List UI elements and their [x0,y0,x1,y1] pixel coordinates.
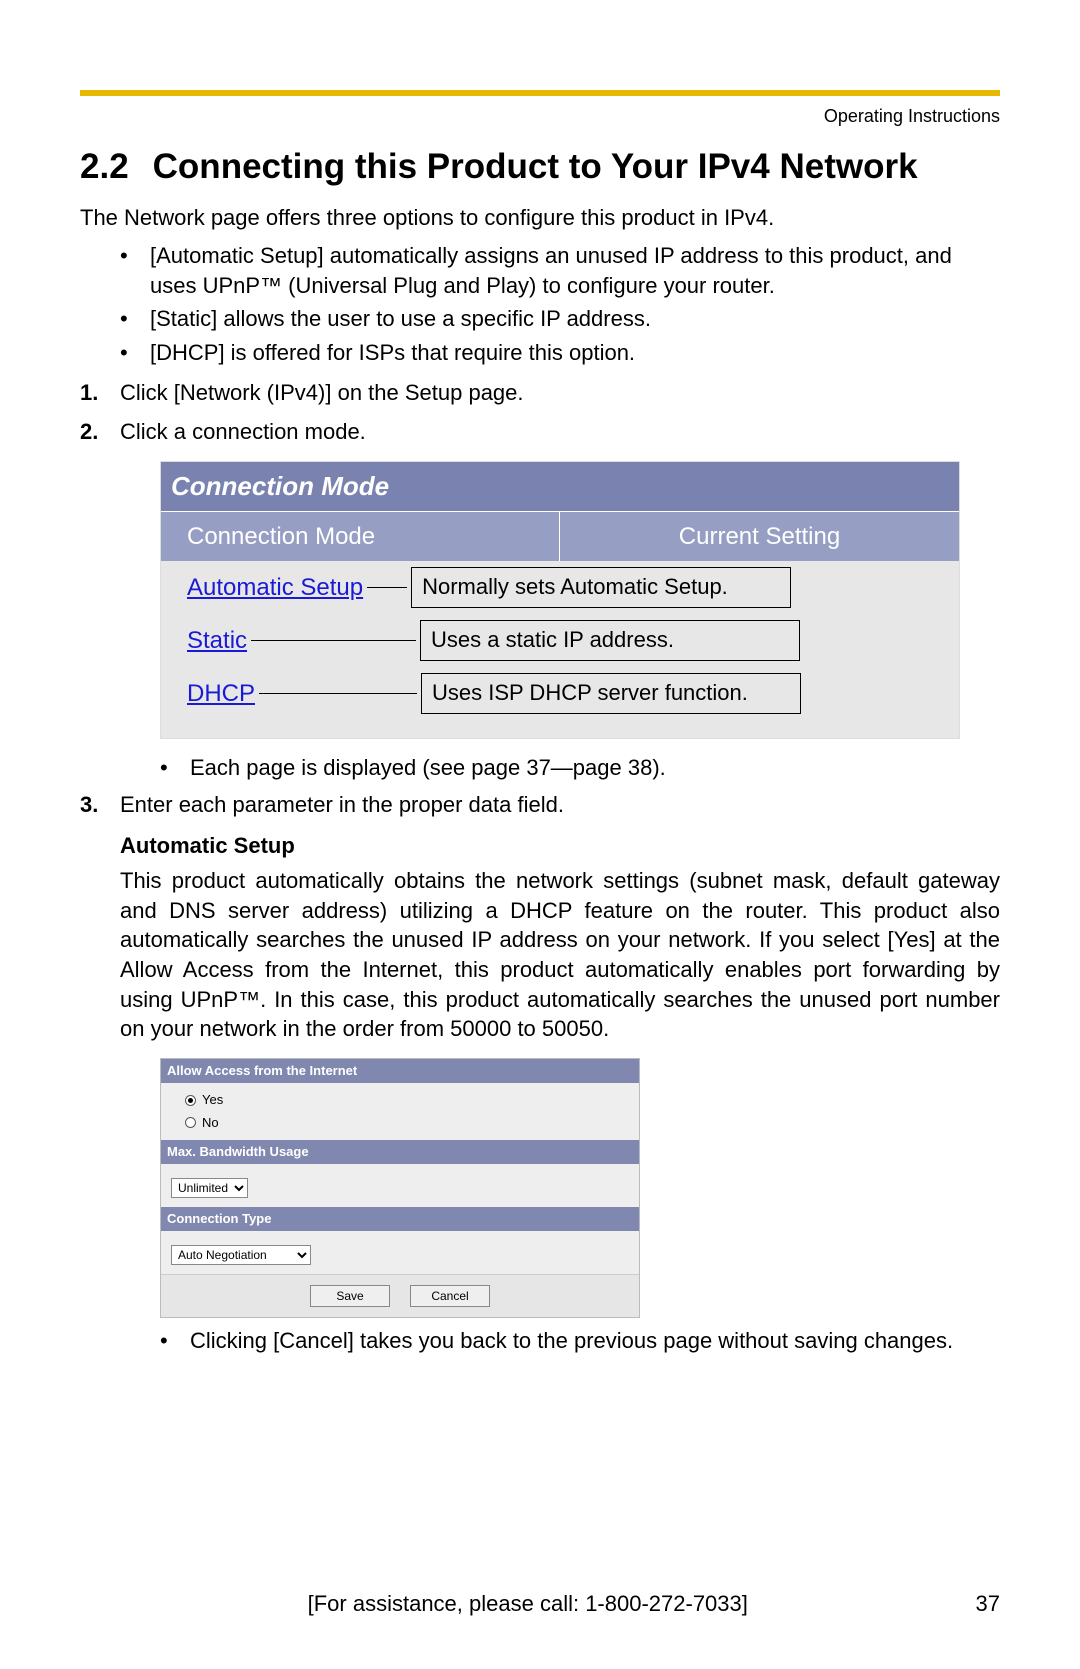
allow-access-no-row[interactable]: No [171,1112,629,1134]
step-2-note: Each page is displayed (see page 37—page… [160,753,1000,783]
connection-mode-figure: Connection Mode Connection Mode Current … [160,461,960,738]
intro-bullet: [Static] allows the user to use a specif… [120,304,1000,334]
settings-panel-figure: Allow Access from the Internet Yes No Ma… [160,1058,640,1318]
bandwidth-select[interactable]: Unlimited [171,1178,248,1198]
step-1: 1. Click [Network (IPv4)] on the Setup p… [80,378,1000,409]
step-3: 3. Enter each parameter in the proper da… [80,790,1000,1356]
table-row: DHCP Uses ISP DHCP server function. [161,667,959,720]
automatic-setup-link[interactable]: Automatic Setup [187,571,363,605]
callout-line [259,693,417,694]
allow-access-yes-row[interactable]: Yes [171,1089,629,1111]
save-button[interactable]: Save [310,1285,390,1308]
connection-mode-title: Connection Mode [161,462,959,511]
static-desc: Uses a static IP address. [420,620,800,661]
intro-text: The Network page offers three options to… [80,205,1000,231]
table-row: Static Uses a static IP address. [161,614,959,667]
dhcp-desc: Uses ISP DHCP server function. [421,673,801,714]
connection-type-header: Connection Type [161,1207,639,1231]
step-1-text: Click [Network (IPv4)] on the Setup page… [120,380,524,405]
step-2-text: Click a connection mode. [120,419,366,444]
callout-line [251,640,416,641]
connection-mode-header-row: Connection Mode Current Setting [161,512,959,562]
automatic-setup-desc: Normally sets Automatic Setup. [411,567,791,608]
intro-bullet-list: [Automatic Setup] automatically assigns … [120,241,1000,368]
doc-label: Operating Instructions [80,106,1000,127]
section-title: 2.2 Connecting this Product to Your IPv4 … [80,147,1000,187]
intro-bullet: [DHCP] is offered for ISPs that require … [120,338,1000,368]
allow-access-yes-label: Yes [202,1091,223,1109]
section-number: 2.2 [80,147,129,187]
table-row: Automatic Setup Normally sets Automatic … [161,561,959,614]
static-link[interactable]: Static [187,624,247,658]
top-rule [80,90,1000,96]
callout-line [367,587,407,588]
page-footer: [For assistance, please call: 1-800-272-… [80,1591,1000,1617]
col-header-mode: Connection Mode [161,512,560,562]
cancel-note: Clicking [Cancel] takes you back to the … [160,1326,1000,1356]
radio-selected-icon[interactable] [185,1095,196,1106]
step-2: 2. Click a connection mode. Connection M… [80,417,1000,783]
cancel-button[interactable]: Cancel [410,1285,490,1308]
automatic-setup-heading: Automatic Setup [120,831,1000,862]
col-header-current: Current Setting [560,512,959,562]
automatic-setup-paragraph: This product automatically obtains the n… [120,866,1000,1044]
allow-access-header: Allow Access from the Internet [161,1059,639,1083]
dhcp-link[interactable]: DHCP [187,677,255,711]
allow-access-no-label: No [202,1114,219,1132]
connection-type-select[interactable]: Auto Negotiation [171,1245,311,1265]
section-heading-text: Connecting this Product to Your IPv4 Net… [153,147,918,186]
intro-bullet: [Automatic Setup] automatically assigns … [120,241,1000,300]
footer-assist: [For assistance, please call: 1-800-272-… [80,1591,976,1617]
radio-unselected-icon[interactable] [185,1117,196,1128]
bandwidth-header: Max. Bandwidth Usage [161,1140,639,1164]
step-3-text: Enter each parameter in the proper data … [120,792,564,817]
page-number: 37 [976,1591,1000,1617]
